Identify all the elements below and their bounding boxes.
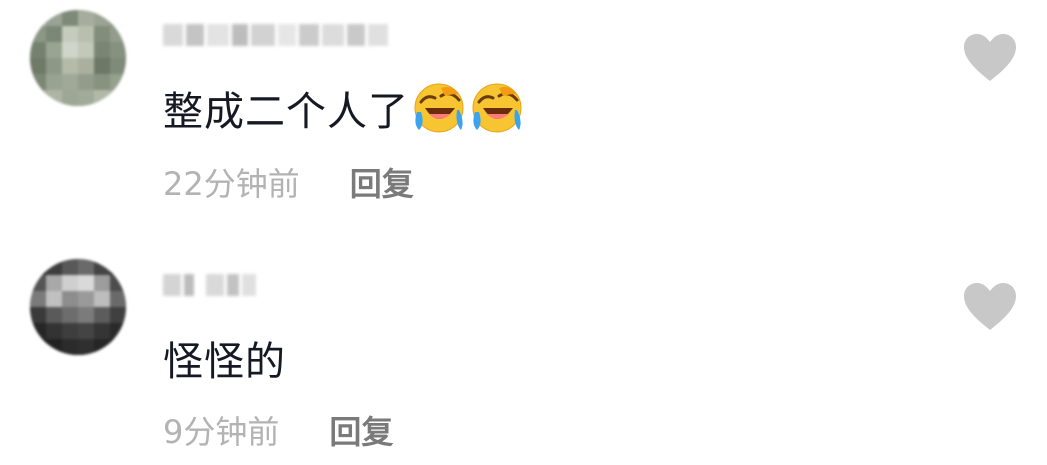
- comment-meta: 9分钟前 回复: [163, 408, 393, 452]
- avatar[interactable]: [30, 10, 126, 106]
- heart-icon[interactable]: [962, 282, 1018, 332]
- comment-text: 整成二个人了: [163, 78, 525, 138]
- comment-text: 怪怪的: [163, 328, 286, 388]
- reply-button[interactable]: 回复: [329, 407, 393, 453]
- username-redacted[interactable]: [163, 272, 259, 298]
- comment-item: 整成二个人了 22分钟前 回复: [0, 0, 1047, 230]
- comment-body: 怪怪的: [163, 339, 286, 385]
- comment-body: 整成二个人了: [163, 89, 409, 135]
- laughing-crying-emoji-icon: [414, 83, 464, 133]
- heart-icon[interactable]: [962, 33, 1018, 83]
- timestamp: 9分钟前: [163, 413, 280, 451]
- reply-button[interactable]: 回复: [350, 159, 414, 205]
- username-redacted[interactable]: [163, 22, 391, 48]
- comment-meta: 22分钟前 回复: [163, 160, 414, 204]
- timestamp: 22分钟前: [163, 165, 300, 203]
- laughing-crying-emoji-icon: [472, 83, 522, 133]
- avatar[interactable]: [30, 259, 126, 355]
- comment-item: 怪怪的 9分钟前 回复: [0, 250, 1047, 465]
